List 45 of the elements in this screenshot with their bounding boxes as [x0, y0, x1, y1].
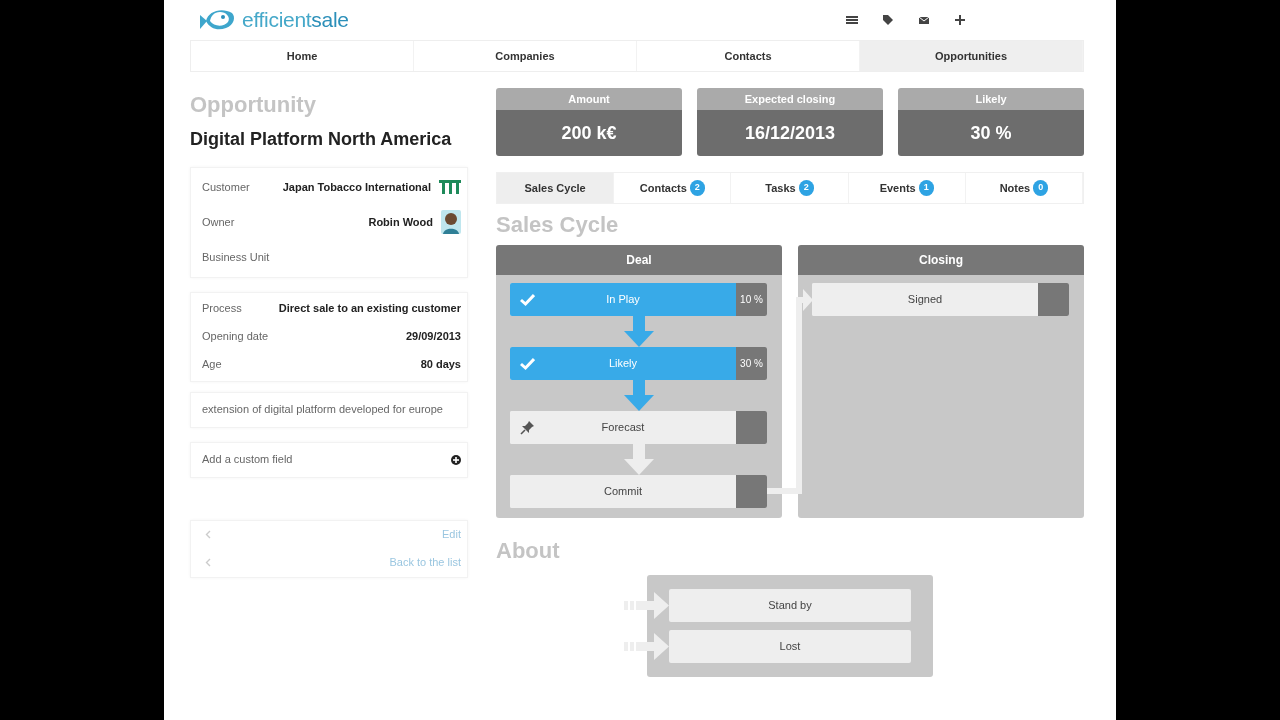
tag-icon[interactable]	[882, 14, 894, 26]
field-label: Age	[202, 357, 222, 373]
nav-tab[interactable]: Opportunities	[860, 41, 1083, 71]
logo-text[interactable]: efficientsale	[242, 4, 349, 36]
count-badge: 2	[798, 180, 814, 196]
add-circle-icon[interactable]	[451, 454, 461, 465]
phase-header: Deal	[496, 245, 782, 275]
menu-icon[interactable]	[846, 14, 858, 26]
check-icon	[520, 356, 535, 371]
field-value: Direct sale to an existing customer	[278, 301, 461, 317]
count-badge: 1	[918, 180, 934, 196]
phase-header: Closing	[798, 245, 1084, 275]
field-label: Opening date	[202, 329, 269, 345]
stage-button[interactable]: Likely 30 %	[510, 347, 767, 380]
mail-icon[interactable]	[918, 14, 930, 26]
count-badge: 0	[1033, 180, 1049, 196]
section-heading: About	[496, 537, 561, 565]
field-label: Business Unit	[202, 249, 270, 265]
page-heading: Opportunity	[190, 91, 317, 119]
stage-button[interactable]: In Play 10 %	[510, 283, 767, 316]
custom-field-label: Add a custom field	[202, 452, 293, 468]
tab[interactable]: Sales Cycle	[497, 173, 615, 203]
opportunity-title: Digital Platform North America	[190, 129, 453, 151]
count-badge: 2	[689, 180, 705, 196]
stage-button[interactable]: Signed	[812, 283, 1069, 316]
field-value: Robin Wood	[368, 214, 433, 230]
stage-button[interactable]: Commit	[510, 475, 767, 508]
description-text: extension of digital platform developed for europe	[202, 402, 443, 418]
field-value: Japan Tobacco International	[282, 179, 431, 195]
right-arrow	[624, 592, 669, 619]
check-icon	[520, 292, 535, 307]
stage-button[interactable]: Forecast	[510, 411, 767, 444]
down-arrow	[624, 316, 654, 347]
down-arrow	[624, 380, 654, 411]
field-value: 29/09/2013	[405, 329, 461, 345]
plus-icon[interactable]	[954, 14, 966, 26]
down-arrow	[624, 444, 654, 475]
section-heading: Sales Cycle	[496, 211, 620, 239]
chevron-left-icon	[205, 558, 211, 568]
right-arrow	[624, 633, 669, 660]
field-label: Customer	[202, 179, 250, 195]
chevron-left-icon	[205, 530, 211, 540]
field-label: Owner	[202, 214, 235, 230]
field-value: 80 days	[420, 357, 461, 373]
field-label: Process	[202, 301, 242, 317]
